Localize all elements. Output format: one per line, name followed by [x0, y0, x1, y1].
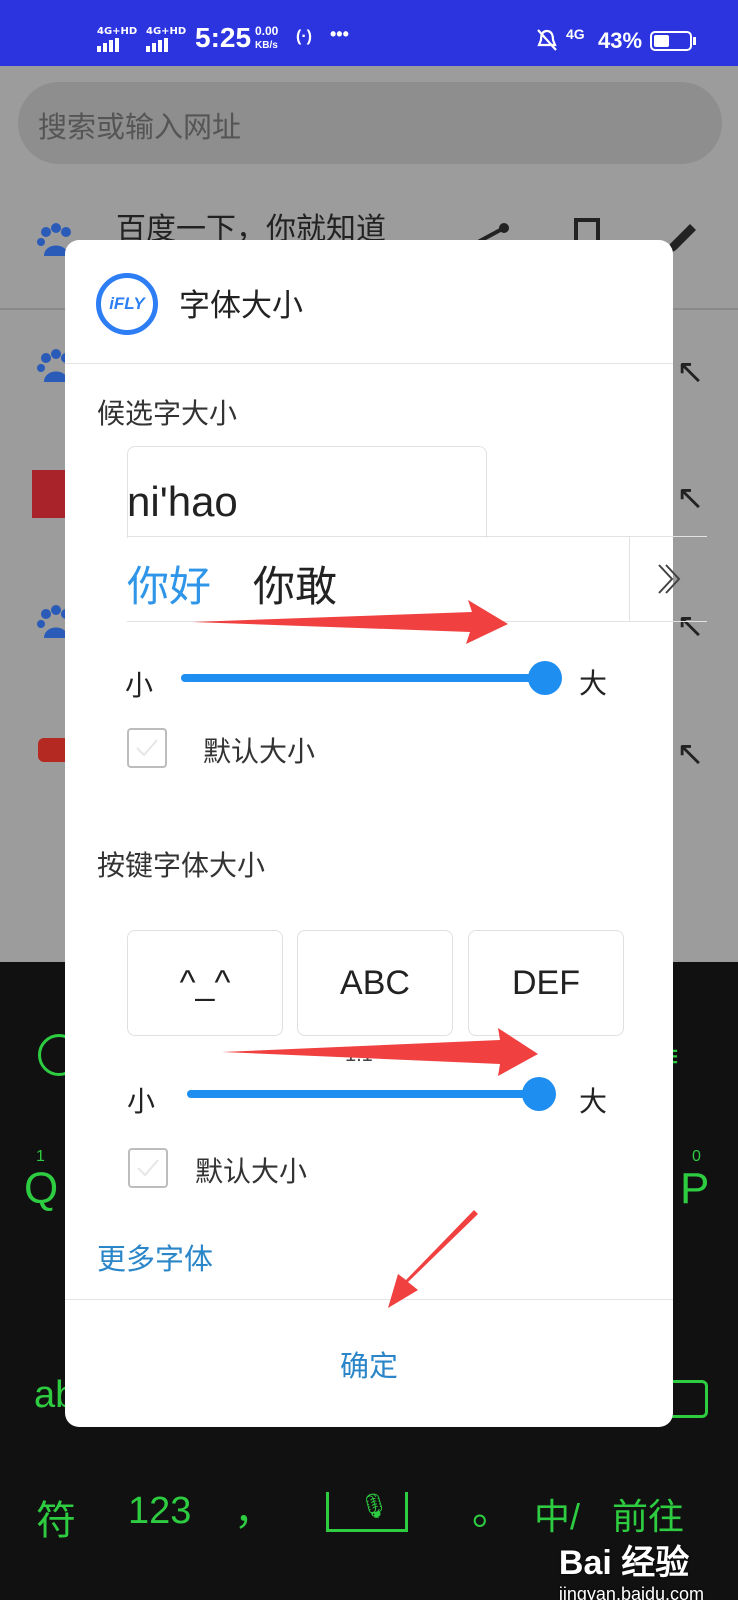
signal-icon-1	[97, 38, 119, 52]
dialog-title: 字体大小	[179, 288, 303, 324]
battery-tip	[693, 37, 696, 45]
baidu-jingyan-watermark: Bai 经验 jingyan.baidu.com	[559, 1535, 704, 1600]
network-type-1: 4G+HD	[97, 26, 138, 37]
candidate-slider-track[interactable]	[181, 674, 545, 682]
candidate-default-label: 默认大小	[203, 735, 316, 768]
key-size-label: 按键字体大小	[97, 849, 266, 882]
microphone-icon: 🎙	[359, 1492, 390, 1520]
key-slider-thumb[interactable]	[522, 1077, 556, 1111]
fill-url-arrow-icon[interactable]: ↖	[676, 478, 705, 518]
key-slider-max-label: 大	[579, 1085, 608, 1118]
confirm-button[interactable]: 确定	[65, 1300, 673, 1427]
fill-url-arrow-icon[interactable]: ↖	[676, 352, 705, 392]
net-speed-value: 0.00	[255, 24, 279, 38]
key-enter[interactable]: 前往	[612, 1488, 684, 1540]
key-preview-def: DEF	[468, 930, 624, 1036]
font-size-dialog: iFLY 字体大小 候选字大小 ni'hao 你好 你敢 小 大 默认大小 按键…	[65, 240, 707, 1427]
candidate-more-icon	[629, 537, 707, 621]
candidate-word-1: 你好	[127, 562, 212, 611]
more-notifications-icon: •••	[330, 24, 349, 44]
key-p[interactable]: P	[680, 1164, 709, 1214]
more-fonts-link[interactable]: 更多字体	[97, 1236, 213, 1278]
candidate-slider-thumb[interactable]	[528, 661, 562, 695]
key-comma[interactable]: ，	[234, 1478, 274, 1536]
key-slider-min-label: 小	[127, 1085, 156, 1118]
key-q[interactable]: Q	[24, 1164, 58, 1214]
candidate-word-2: 你敢	[253, 562, 338, 611]
candidate-slider-max-label: 大	[579, 667, 608, 700]
key-123[interactable]: 123	[128, 1490, 191, 1533]
candidate-default-checkbox[interactable]	[127, 728, 167, 768]
search-bar[interactable]: 搜索或输入网址	[18, 82, 722, 164]
dialog-header-divider	[65, 363, 673, 364]
search-placeholder: 搜索或输入网址	[38, 110, 242, 144]
key-slider-track[interactable]	[187, 1090, 539, 1098]
battery-icon	[650, 31, 692, 51]
candidate-size-label: 候选字大小	[97, 397, 238, 430]
bell-muted-icon	[537, 29, 557, 51]
watermark-logo: Bai 经验	[558, 1544, 690, 1582]
signal-icon-2	[146, 38, 168, 52]
ifly-logo: iFLY	[96, 273, 158, 335]
site-icon[interactable]	[32, 470, 68, 518]
watermark-url: jingyan.baidu.com	[558, 1584, 704, 1600]
key-slider-value: 1.1	[345, 1044, 373, 1066]
key-period[interactable]: 。	[472, 1478, 512, 1536]
candidate-preview-row: 你好 你敢	[127, 536, 707, 622]
key-preview-emoticon: ^_^	[127, 930, 283, 1036]
hotspot-icon: (·)	[296, 28, 312, 45]
ifly-logo-text: iFLY	[109, 294, 145, 313]
key-preview-abc: ABC	[297, 930, 453, 1036]
battery-percent: 43%	[598, 28, 643, 53]
network-type-2: 4G+HD	[146, 26, 187, 37]
network-type-right: 4G	[566, 26, 585, 42]
key-default-checkbox[interactable]	[128, 1148, 168, 1188]
candidate-preview-pinyin: ni'hao	[127, 478, 238, 525]
status-bar: 4G+HD 4G+HD 5:25 0.00 KB/s (·) ••• 4G 43…	[0, 0, 738, 66]
key-language[interactable]: 中/	[534, 1488, 580, 1540]
fill-url-arrow-icon[interactable]: ↖	[676, 734, 705, 774]
candidate-slider-min-label: 小	[125, 669, 154, 702]
key-symbols[interactable]: 符	[36, 1488, 76, 1546]
status-time: 5:25	[195, 22, 252, 53]
space-key[interactable]: 🎙	[326, 1492, 408, 1532]
key-default-label: 默认大小	[195, 1155, 308, 1188]
net-speed-unit: KB/s	[255, 40, 278, 51]
